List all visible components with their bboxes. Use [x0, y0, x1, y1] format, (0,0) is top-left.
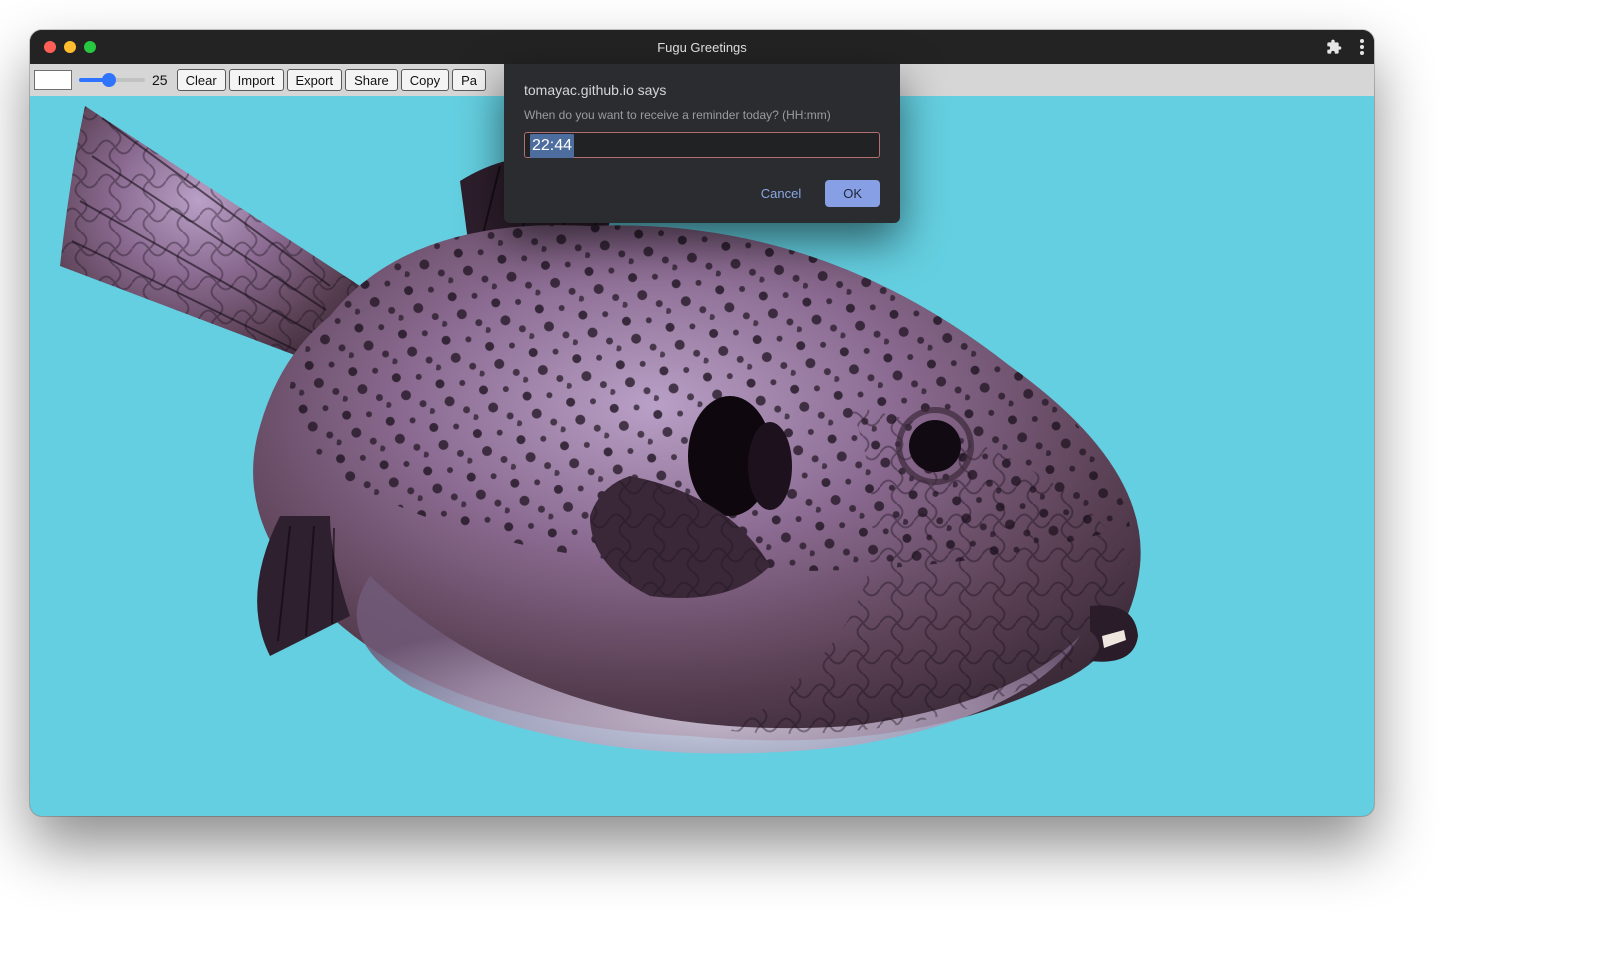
export-button[interactable]: Export	[287, 69, 343, 91]
kebab-menu-icon[interactable]	[1360, 39, 1364, 55]
ok-button[interactable]: OK	[825, 180, 880, 207]
window-title: Fugu Greetings	[30, 40, 1374, 55]
titlebar: Fugu Greetings	[30, 30, 1374, 64]
import-button[interactable]: Import	[229, 69, 284, 91]
window-controls	[44, 30, 96, 64]
dialog-actions: Cancel OK	[524, 180, 880, 207]
copy-button[interactable]: Copy	[401, 69, 449, 91]
slider-value-label: 25	[152, 72, 168, 88]
dialog-text-input[interactable]: 22:44	[524, 132, 880, 158]
js-prompt-dialog: tomayac.github.io says When do you want …	[504, 64, 900, 223]
app-window: Fugu Greetings 25 Clear Import Export Sh…	[30, 30, 1374, 816]
share-button[interactable]: Share	[345, 69, 398, 91]
brush-size-slider[interactable]	[79, 71, 145, 89]
dialog-input-value: 22:44	[530, 134, 574, 158]
cancel-button[interactable]: Cancel	[757, 180, 805, 207]
dialog-message: When do you want to receive a reminder t…	[524, 108, 880, 122]
extensions-icon[interactable]	[1326, 39, 1342, 55]
dialog-origin-label: tomayac.github.io says	[524, 82, 880, 98]
clear-button[interactable]: Clear	[177, 69, 226, 91]
zoom-window-button[interactable]	[84, 41, 96, 53]
minimize-window-button[interactable]	[64, 41, 76, 53]
slider-thumb[interactable]	[102, 73, 116, 87]
color-swatch[interactable]	[34, 70, 72, 90]
close-window-button[interactable]	[44, 41, 56, 53]
paste-button-truncated[interactable]: Pa	[452, 69, 486, 91]
